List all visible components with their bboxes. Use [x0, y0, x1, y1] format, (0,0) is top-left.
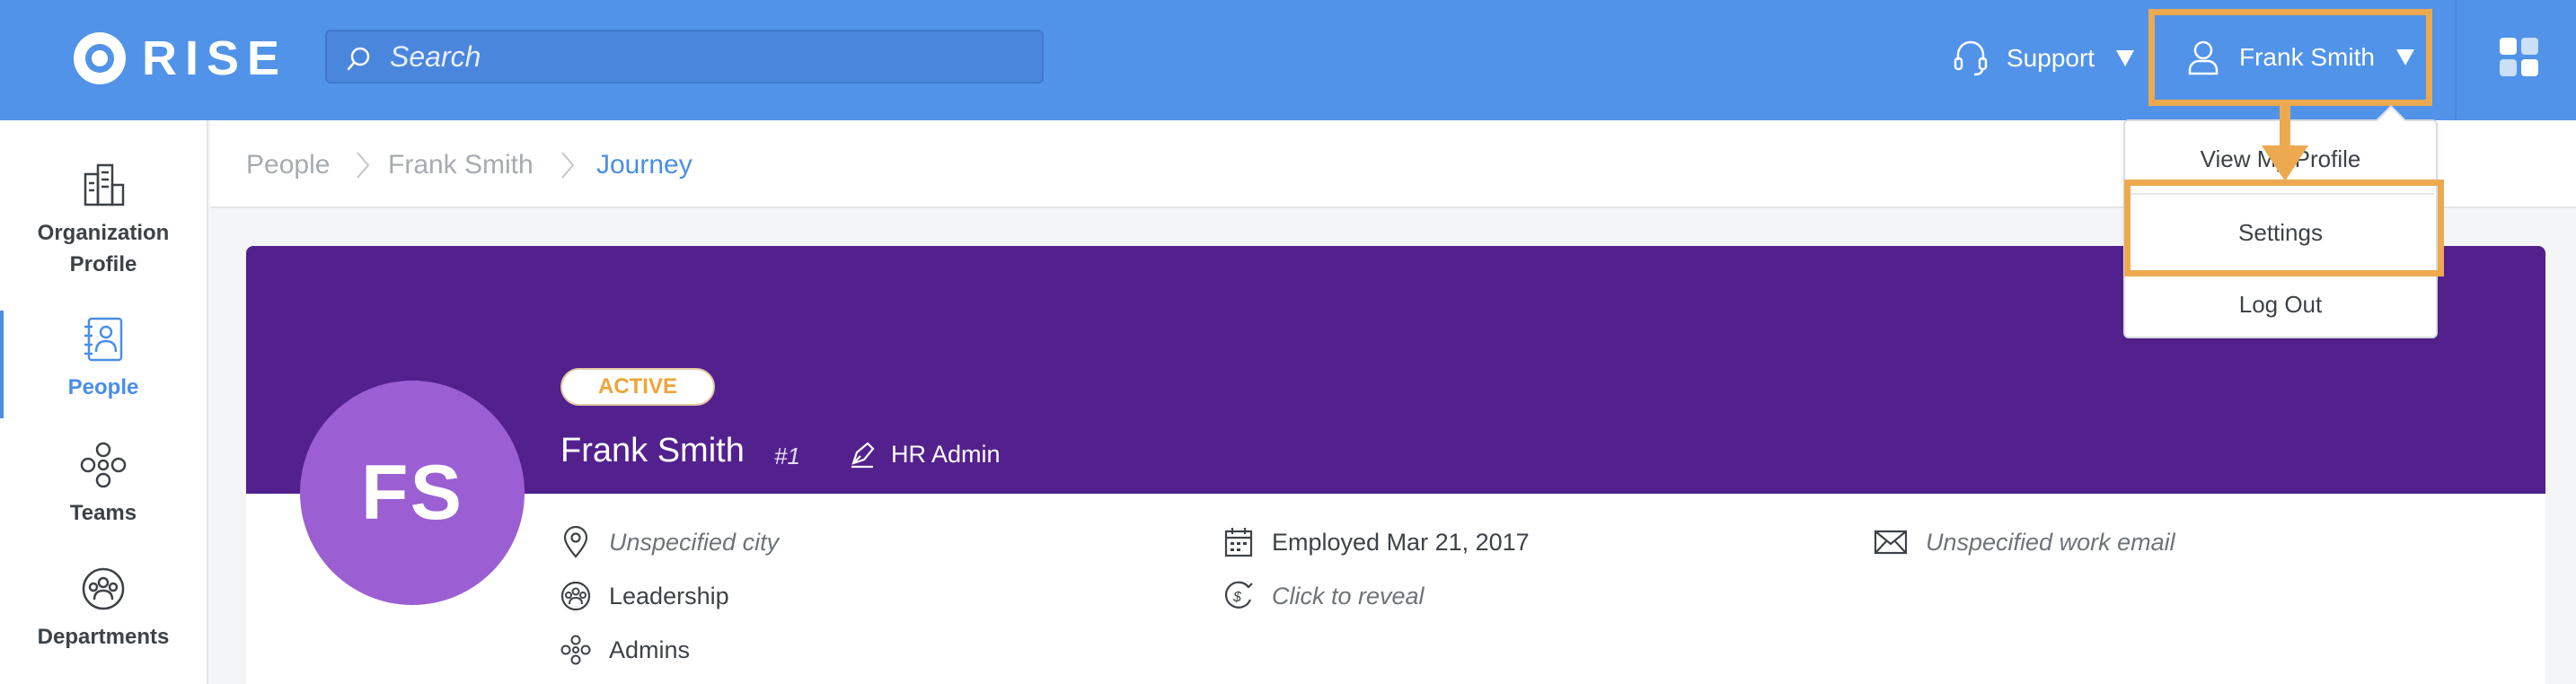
employed-detail: Employed Mar 21, 2017 [1223, 524, 1530, 560]
location-pin-icon [563, 526, 588, 558]
chevron-right-icon [357, 152, 370, 179]
avatar[interactable]: FS [300, 381, 525, 605]
sidebar: Organization Profile People Teams Depart… [0, 120, 208, 684]
search-box[interactable] [325, 30, 1044, 83]
role-text: HR Admin [891, 441, 1001, 468]
breadcrumb-people-link[interactable]: People [246, 147, 330, 183]
sidebar-item-teams[interactable]: Teams [0, 442, 207, 529]
department-text: Leadership [609, 583, 729, 609]
sidebar-item-people[interactable]: People [0, 316, 207, 403]
sidebar-item-label: Organization [37, 221, 170, 245]
app-root: RISE Support Frank Smith [0, 0, 2576, 684]
department-detail[interactable]: Leadership [560, 578, 729, 614]
team-text: Admins [609, 636, 691, 663]
logo-mark-icon [74, 32, 126, 84]
header-divider [2455, 0, 2457, 120]
employed-text: Employed Mar 21, 2017 [1272, 529, 1530, 556]
breadcrumb-person-link[interactable]: Frank Smith [388, 147, 534, 183]
search-icon [347, 47, 370, 71]
departments-icon [560, 581, 591, 611]
departments-icon [82, 567, 125, 610]
user-icon [2188, 40, 2219, 75]
work-email-detail[interactable]: Unspecified work email [1874, 524, 2175, 560]
sidebar-item-label: Teams [69, 501, 137, 525]
work-email-text: Unspecified work email [1926, 529, 2175, 556]
chevron-right-icon [561, 152, 575, 179]
pen-icon [851, 442, 875, 469]
calendar-icon [1224, 528, 1253, 557]
top-bar: RISE Support Frank Smith [0, 0, 2576, 120]
salary-text: Click to reveal [1272, 583, 1425, 609]
chevron-down-icon [2395, 49, 2414, 66]
logo[interactable]: RISE [74, 32, 287, 84]
team-detail[interactable]: Admins [560, 632, 690, 668]
sidebar-item-label: People [67, 375, 139, 399]
headset-icon [1954, 40, 1988, 76]
support-menu-button[interactable]: Support [1951, 36, 2135, 81]
people-book-icon [84, 317, 123, 362]
sidebar-item-label: Departments [37, 625, 170, 649]
dollar-coin-icon: $ [1224, 581, 1253, 609]
annotation-arrow-head-icon [2262, 145, 2308, 181]
status-badge: ACTIVE [560, 368, 715, 406]
search-input[interactable] [390, 31, 1019, 82]
salary-reveal-button[interactable]: $ Click to reveal [1223, 578, 1425, 614]
employee-number: #1 [774, 443, 800, 469]
apps-grid-icon[interactable] [2500, 38, 2539, 77]
envelope-icon [1874, 530, 1908, 555]
role-label: HR Admin [848, 436, 1001, 472]
user-menu-button[interactable]: Frank Smith [2148, 9, 2432, 106]
city-detail[interactable]: Unspecified city [560, 524, 779, 560]
settings-highlight-box [2124, 180, 2444, 276]
teams-icon [560, 635, 591, 665]
svg-text:$: $ [1232, 590, 1242, 605]
building-icon [84, 163, 125, 206]
breadcrumb-current: Journey [596, 150, 693, 180]
teams-icon [80, 442, 127, 488]
sidebar-item-organization-profile[interactable]: Organization Profile [0, 162, 207, 280]
chevron-down-icon [2116, 50, 2135, 66]
menu-item-log-out[interactable]: Log Out [2125, 286, 2436, 322]
logo-text: RISE [142, 31, 288, 85]
profile-name: Frank Smith [560, 432, 745, 469]
sidebar-item-departments[interactable]: Departments [0, 566, 207, 653]
sidebar-item-label: Profile [69, 252, 137, 276]
support-label: Support [2007, 44, 2095, 72]
user-name-label: Frank Smith [2239, 43, 2375, 71]
city-text: Unspecified city [609, 529, 780, 556]
